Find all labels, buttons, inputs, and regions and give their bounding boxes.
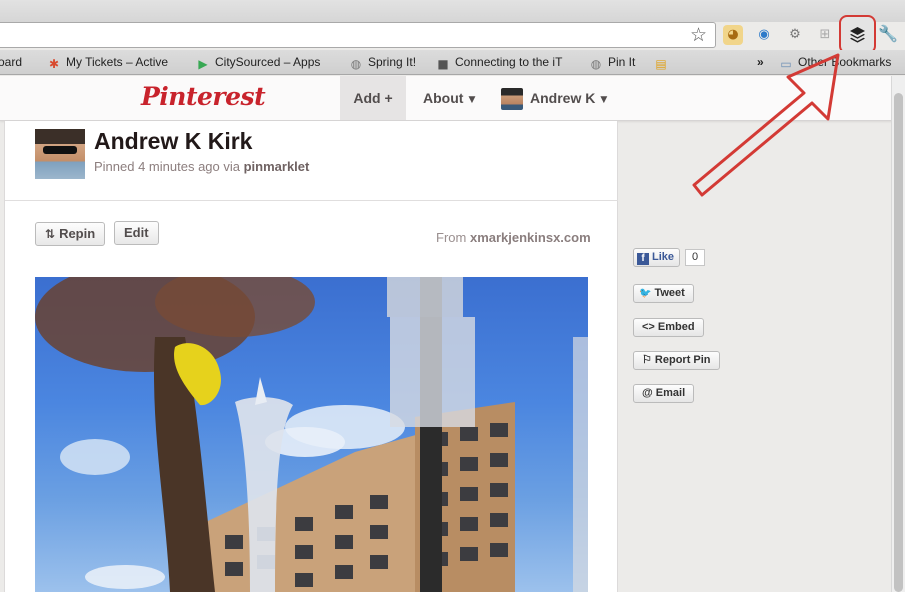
embed-button[interactable]: <> Embed <box>633 318 704 337</box>
bookmark-item[interactable]: ✱ My Tickets – Active <box>47 54 168 71</box>
divider <box>5 200 618 201</box>
ticket-icon: ✱ <box>48 57 60 71</box>
bookmark-item[interactable]: oard <box>0 54 22 71</box>
report-pin-button[interactable]: ⚐ Report Pin <box>633 351 720 370</box>
extension-search-icon[interactable]: ◉ <box>754 25 774 45</box>
pinner-avatar[interactable] <box>35 129 85 179</box>
google-play-icon: ▶ <box>198 57 208 71</box>
globe-icon: ◍ <box>350 57 362 71</box>
address-bar[interactable] <box>0 22 716 48</box>
globe-icon: ◍ <box>590 57 602 71</box>
nav-user-menu[interactable]: Andrew K ▼ <box>501 76 607 120</box>
pinner-name[interactable]: Andrew K Kirk <box>94 128 252 155</box>
extension-plus-icon[interactable]: ⊞ <box>815 25 835 45</box>
bookmark-star-icon[interactable]: ☆ <box>690 24 707 46</box>
extension-cookie-icon[interactable]: ◕ <box>723 25 743 45</box>
pin-source-link[interactable]: pinmarklet <box>244 159 310 174</box>
facebook-icon: f <box>637 253 649 265</box>
bookmark-item[interactable]: ▶ CitySourced – Apps <box>196 54 320 71</box>
repin-icon: ⇅ <box>45 227 56 241</box>
facebook-like-button[interactable]: f Like <box>633 248 681 267</box>
nav-add-button[interactable]: Add + <box>340 76 406 120</box>
pinterest-logo[interactable]: Pinterest <box>141 82 266 111</box>
origin-domain-link[interactable]: xmarkjenkinsx.com <box>470 230 591 245</box>
email-button[interactable]: @ Email <box>633 384 695 403</box>
bookmark-item[interactable]: ▤ <box>654 54 673 71</box>
bookmark-item[interactable]: ◍ Pin It <box>589 54 636 71</box>
bookmark-item[interactable]: ■ Connecting to the iT <box>436 54 562 71</box>
tweet-button[interactable]: 🐦 Tweet <box>633 284 694 303</box>
bookmark-item[interactable]: ◍ Spring It! <box>349 54 416 71</box>
pin-image[interactable] <box>35 277 588 592</box>
scrollbar-thumb[interactable] <box>894 93 903 592</box>
wrench-icon[interactable]: 🔧 <box>878 24 898 44</box>
apple-icon: ■ <box>437 57 449 71</box>
repin-button[interactable]: ⇅ Repin <box>35 222 106 246</box>
edit-button[interactable]: Edit <box>114 221 159 245</box>
bookmarklet-icon: ▤ <box>655 57 667 71</box>
browser-titlebar <box>0 0 905 22</box>
like-count: 0 <box>685 249 706 266</box>
chevron-down-icon: ▼ <box>600 95 608 105</box>
nav-about-menu[interactable]: About ▼ <box>423 76 475 120</box>
avatar <box>501 88 523 111</box>
extension-gear-icon[interactable]: ⚙ <box>785 25 805 45</box>
pin-origin: From xmarkjenkinsx.com <box>436 230 591 245</box>
annotation-arrow <box>692 53 840 197</box>
chevron-down-icon: ▼ <box>468 95 476 105</box>
pinned-meta: Pinned 4 minutes ago via pinmarklet <box>94 159 310 174</box>
twitter-icon: 🐦 <box>639 288 652 299</box>
pin-card: Andrew K Kirk Pinned 4 minutes ago via p… <box>4 121 618 592</box>
